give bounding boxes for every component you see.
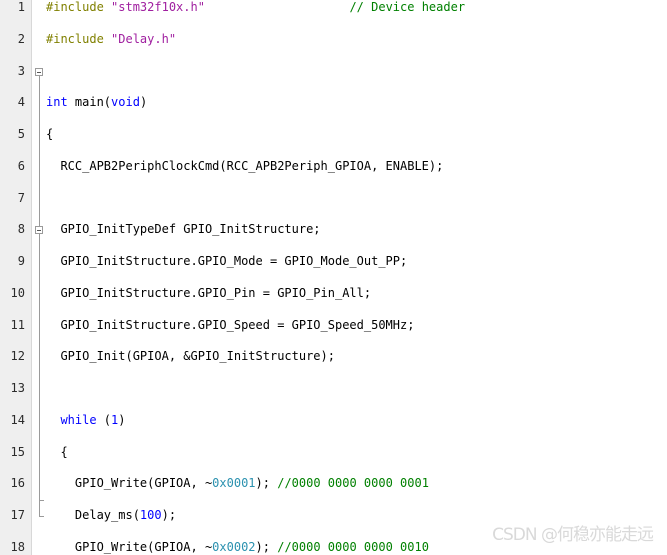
- token-plain: GPIO_InitStructure.GPIO_Speed = GPIO_Spe…: [46, 317, 415, 332]
- token-plain: main(: [67, 95, 112, 110]
- code-editor[interactable]: 1 #include "stm32f10x.h" // Device header…: [0, 0, 667, 555]
- token-plain: GPIO_Init(GPIOA, &GPIO_InitStructure);: [46, 349, 335, 364]
- code-text[interactable]: GPIO_Write(GPIOA, ~0x0002); //0000 0000 …: [46, 540, 429, 555]
- code-text[interactable]: GPIO_InitStructure.GPIO_Pin = GPIO_Pin_A…: [46, 286, 371, 302]
- token-plain: {: [46, 127, 54, 142]
- token-plain: );: [255, 476, 278, 491]
- code-line[interactable]: 9 GPIO_InitStructure.GPIO_Mode = GPIO_Mo…: [0, 254, 667, 270]
- token-plain: GPIO_Write(GPIOA, ~: [46, 476, 213, 491]
- csdn-watermark: CSDN @何稳亦能走远: [492, 525, 654, 545]
- code-text[interactable]: #include "stm32f10x.h" // Device header: [46, 0, 465, 16]
- token-plain: ): [139, 95, 148, 110]
- code-text[interactable]: GPIO_InitStructure.GPIO_Mode = GPIO_Mode…: [46, 254, 407, 270]
- token-plain: RCC_APB2PeriphClockCmd(RCC_APB2Periph_GP…: [46, 158, 444, 173]
- code-line[interactable]: 14 while (1): [0, 413, 667, 429]
- line-number: 4: [17, 95, 25, 110]
- line-number: 11: [10, 317, 25, 332]
- code-line[interactable]: 3: [0, 64, 667, 80]
- token-com: //0000 0000 0000 0010: [277, 539, 429, 554]
- line-number: 16: [10, 476, 25, 491]
- token-num: 100: [139, 508, 162, 523]
- token-pre: #include: [46, 0, 112, 14]
- fold-range-end-tick: [39, 516, 44, 518]
- code-line[interactable]: 11 GPIO_InitStructure.GPIO_Speed = GPIO_…: [0, 318, 667, 334]
- token-plain: GPIO_InitStructure.GPIO_Pin = GPIO_Pin_A…: [46, 285, 372, 300]
- token-hex: 0x0002: [212, 539, 256, 554]
- line-number: 18: [10, 539, 25, 554]
- token-plain: (: [96, 412, 112, 427]
- code-line[interactable]: 13: [0, 381, 667, 397]
- token-str: "Delay.h": [111, 31, 177, 46]
- line-number: 8: [17, 222, 25, 237]
- code-text[interactable]: while (1): [46, 412, 126, 429]
- token-com: //0000 0000 0000 0001: [277, 476, 429, 491]
- token-plain: GPIO_InitStructure.GPIO_Mode = GPIO_Mode…: [46, 254, 408, 269]
- code-text[interactable]: int main(void): [46, 95, 147, 111]
- line-number: 1: [17, 0, 25, 14]
- line-number: 13: [10, 381, 25, 396]
- line-number: 17: [10, 508, 25, 523]
- token-kw: void: [111, 95, 140, 110]
- code-text[interactable]: GPIO_Write(GPIOA, ~0x0001); //0000 0000 …: [46, 476, 429, 492]
- token-plain: );: [255, 539, 278, 554]
- token-kw: while: [60, 412, 97, 427]
- code-text[interactable]: GPIO_InitTypeDef GPIO_InitStructure;: [46, 222, 321, 238]
- token-plain: {: [46, 444, 68, 459]
- code-line[interactable]: 16 GPIO_Write(GPIOA, ~0x0001); //0000 00…: [0, 476, 667, 492]
- code-text[interactable]: {: [46, 444, 68, 461]
- fold-range-end-tick: [39, 500, 44, 502]
- line-number: 5: [17, 127, 25, 142]
- token-com: // Device header: [349, 0, 466, 14]
- line-number: 2: [17, 31, 25, 46]
- code-text[interactable]: #include "Delay.h": [46, 32, 176, 48]
- line-number: 10: [10, 285, 25, 300]
- fold-toggle-icon[interactable]: [35, 226, 43, 235]
- token-plain: );: [161, 508, 177, 523]
- code-line[interactable]: 12 GPIO_Init(GPIOA, &GPIO_InitStructure)…: [0, 349, 667, 365]
- token-plain: GPIO_Write(GPIOA, ~: [46, 539, 213, 554]
- token-hex: 0x0001: [212, 476, 256, 491]
- code-line[interactable]: 5{: [0, 127, 667, 143]
- code-line[interactable]: 10 GPIO_InitStructure.GPIO_Pin = GPIO_Pi…: [0, 286, 667, 302]
- code-line[interactable]: 15 {: [0, 445, 667, 461]
- token-plain: GPIO_InitTypeDef GPIO_InitStructure;: [46, 222, 321, 237]
- line-number: 15: [10, 444, 25, 459]
- code-line[interactable]: 1 #include "stm32f10x.h" // Device header: [0, 0, 667, 16]
- code-text[interactable]: Delay_ms(100);: [46, 508, 176, 524]
- line-number: 12: [10, 349, 25, 364]
- line-number: 3: [17, 63, 25, 78]
- token-str: "stm32f10x.h": [111, 0, 205, 14]
- code-line[interactable]: 4 int main(void): [0, 95, 667, 111]
- fold-toggle-icon[interactable]: [35, 67, 43, 76]
- token-kw: int: [46, 95, 68, 110]
- token-pre: #include: [46, 31, 112, 46]
- fold-range-line: [39, 234, 40, 501]
- code-text[interactable]: {: [46, 127, 53, 143]
- code-text[interactable]: RCC_APB2PeriphClockCmd(RCC_APB2Periph_GP…: [46, 159, 443, 175]
- code-line[interactable]: 7: [0, 191, 667, 207]
- line-number: 6: [17, 158, 25, 173]
- token-plain: Delay_ms(: [46, 508, 140, 523]
- code-line[interactable]: 2 #include "Delay.h": [0, 32, 667, 48]
- code-text[interactable]: GPIO_Init(GPIOA, &GPIO_InitStructure);: [46, 349, 335, 365]
- code-rows[interactable]: 1 #include "stm32f10x.h" // Device header…: [0, 0, 667, 554]
- code-line[interactable]: 8 GPIO_InitTypeDef GPIO_InitStructure;: [0, 222, 667, 238]
- line-number: 9: [17, 254, 25, 269]
- token-plain: ): [118, 412, 126, 427]
- code-line[interactable]: 6 RCC_APB2PeriphClockCmd(RCC_APB2Periph_…: [0, 159, 667, 175]
- line-number: 7: [17, 190, 25, 205]
- code-text[interactable]: GPIO_InitStructure.GPIO_Speed = GPIO_Spe…: [46, 318, 414, 334]
- line-number: 14: [10, 412, 25, 427]
